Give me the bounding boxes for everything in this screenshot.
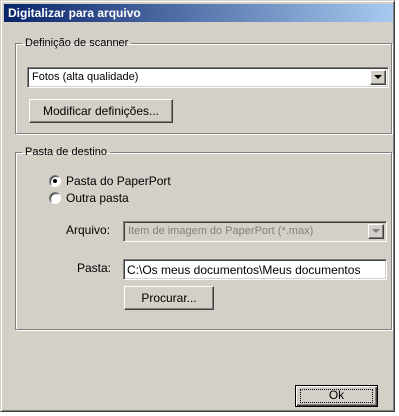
dialog-window: Digitalizar para arquivo Definição de sc… [0, 0, 395, 412]
folder-path-field[interactable]: C:\Os meus documentos\Meus documentos [123, 259, 387, 280]
radio-paperport-label[interactable]: Pasta do PaperPort [66, 174, 171, 189]
folder-path-value: C:\Os meus documentos\Meus documentos [127, 263, 361, 277]
radio-selected-dot [53, 179, 57, 183]
folder-label: Pasta: [77, 261, 112, 275]
scanner-preset-value: Fotos (alta qualidade) [32, 71, 139, 83]
file-type-dropdown: Item de imagem do PaperPort (*.max) [123, 221, 387, 242]
destination-folder-legend: Pasta de destino [25, 146, 107, 158]
radio-other-label[interactable]: Outra pasta [66, 191, 129, 206]
chevron-down-icon[interactable] [370, 70, 386, 85]
window-title: Digitalizar para arquivo [8, 6, 141, 20]
modify-settings-button[interactable]: Modificar definições... [29, 99, 173, 123]
scanner-settings-legend: Definição de scanner [25, 37, 129, 49]
scanner-preset-dropdown[interactable]: Fotos (alta qualidade) [27, 67, 389, 88]
chevron-down-icon [368, 224, 384, 239]
focus-rectangle [300, 389, 373, 403]
radio-button[interactable] [49, 192, 61, 204]
file-label: Arquivo: [66, 223, 111, 237]
file-type-value: Item de imagem do PaperPort (*.max) [128, 225, 314, 237]
browse-button[interactable]: Procurar... [124, 286, 214, 310]
title-bar: Digitalizar para arquivo [4, 4, 393, 22]
radio-button[interactable] [49, 175, 61, 187]
ok-button[interactable]: Ok [295, 385, 378, 407]
